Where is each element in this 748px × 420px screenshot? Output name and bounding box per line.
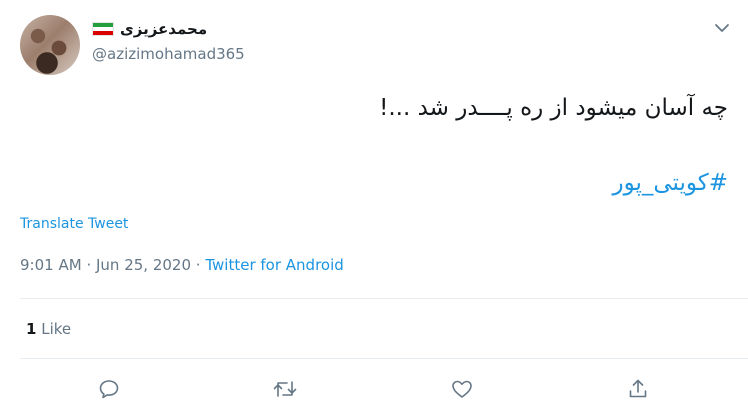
- retweet-icon[interactable]: [270, 374, 300, 404]
- tweet-text: چه آسان میشود از ره پــــدر شد ...!: [379, 95, 728, 121]
- likes-stat[interactable]: 1 Like: [26, 320, 71, 338]
- author-name-row: محمدعزیزی: [92, 17, 207, 41]
- author-handle[interactable]: @azizimohamad365: [92, 45, 245, 63]
- iran-flag-icon: [92, 22, 114, 36]
- tweet-metadata: 9:01 AM · Jun 25, 2020 · Twitter for And…: [20, 256, 344, 274]
- translate-tweet-link[interactable]: Translate Tweet: [20, 216, 128, 232]
- meta-separator: ·: [86, 256, 92, 274]
- meta-separator: ·: [195, 256, 201, 274]
- hashtag-link[interactable]: #کویتی_پور: [612, 170, 728, 196]
- likes-label: Like: [41, 320, 72, 338]
- more-options-chevron-icon[interactable]: [712, 18, 732, 38]
- tweet-source-link[interactable]: Twitter for Android: [205, 256, 343, 274]
- tweet-time[interactable]: 9:01 AM: [20, 256, 82, 274]
- divider: [20, 358, 748, 359]
- reply-icon[interactable]: [94, 374, 124, 404]
- tweet-date[interactable]: Jun 25, 2020: [96, 256, 191, 274]
- likes-count: 1: [26, 320, 37, 338]
- divider: [20, 298, 748, 299]
- author-display-name[interactable]: محمدعزیزی: [120, 20, 207, 38]
- share-icon[interactable]: [623, 374, 653, 404]
- avatar[interactable]: [20, 15, 80, 75]
- tweet-actions-bar: [0, 374, 748, 404]
- like-icon[interactable]: [447, 374, 477, 404]
